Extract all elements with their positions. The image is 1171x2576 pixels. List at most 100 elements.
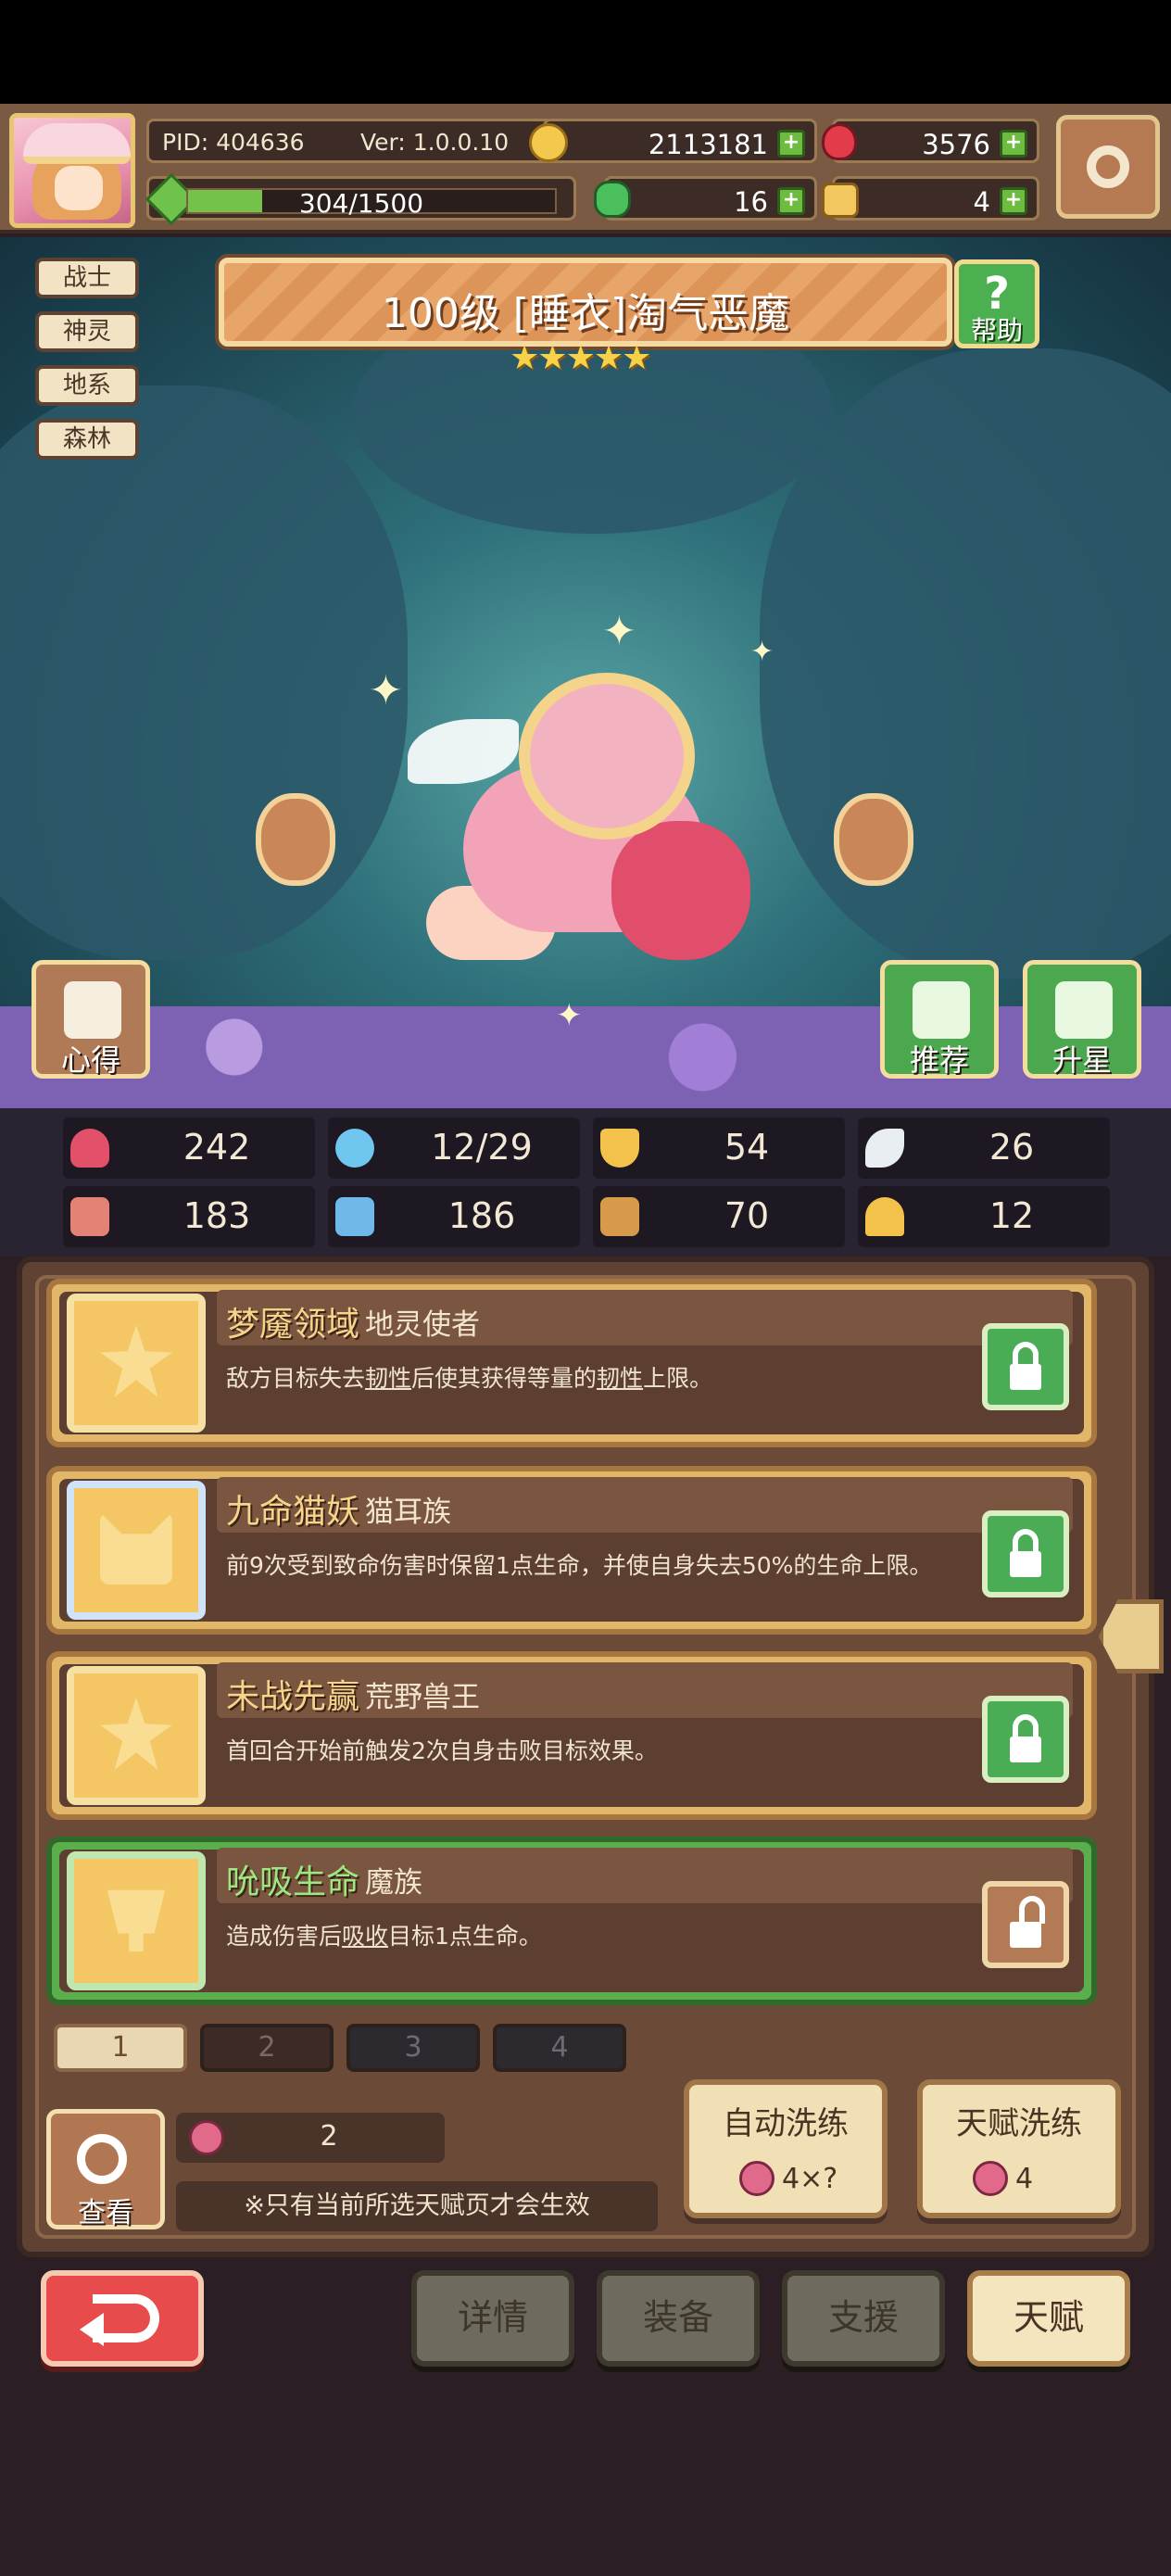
lock-icon[interactable] bbox=[982, 1323, 1069, 1410]
talent-card[interactable]: 九命猫妖 猫耳族 前9次受到致命伤害时保留1点生命，并使自身失去50%的生命上限… bbox=[46, 1466, 1097, 1635]
hero-sprite bbox=[408, 663, 797, 1034]
scroll-value: 4 bbox=[973, 186, 990, 218]
wing-icon bbox=[865, 1129, 904, 1168]
star-icon: ★ bbox=[565, 339, 596, 377]
star-up-icon bbox=[1055, 981, 1113, 1039]
stat-luck: 12 bbox=[858, 1186, 1110, 1247]
berry-icon bbox=[739, 2161, 774, 2196]
equip-slot-left[interactable] bbox=[256, 793, 335, 886]
tag-element[interactable]: 地系 bbox=[35, 365, 139, 406]
stat-magic: 186 bbox=[328, 1186, 580, 1247]
help-button[interactable]: ? 帮助 bbox=[954, 259, 1039, 348]
cup-talent-icon bbox=[67, 1851, 206, 1990]
recommend-button[interactable]: 推荐 bbox=[880, 960, 999, 1079]
ruby-icon bbox=[822, 123, 857, 160]
lock-icon[interactable] bbox=[982, 1510, 1069, 1597]
stat-value: 70 bbox=[724, 1195, 770, 1236]
stat-mana: 12/29 bbox=[328, 1118, 580, 1179]
player-avatar[interactable] bbox=[9, 113, 135, 228]
star-icon: ★ bbox=[510, 339, 539, 377]
details-tab[interactable]: 详情 bbox=[411, 2270, 574, 2367]
talent-race: 猫耳族 bbox=[365, 1496, 451, 1529]
thumbs-up-icon bbox=[913, 981, 970, 1039]
scroll-counter: 4 + bbox=[822, 176, 1039, 221]
talent-refine-cost: 4 bbox=[1015, 2163, 1034, 2195]
gold-value: 2113181 bbox=[648, 129, 768, 160]
cat-talent-icon bbox=[67, 1481, 206, 1620]
star-icon: ★ bbox=[537, 339, 567, 377]
talent-card[interactable]: 吮吸生命 魔族 造成伤害后吸收目标1点生命。 bbox=[46, 1837, 1097, 2005]
auto-refine-button[interactable]: 自动洗练 4×? bbox=[684, 2079, 888, 2218]
hero-title: 100级 [睡衣]淘气恶魔 bbox=[381, 290, 790, 337]
gold-counter: 2113181 + bbox=[529, 119, 817, 163]
magnifier-icon bbox=[77, 2134, 127, 2184]
talent-race: 魔族 bbox=[365, 1866, 422, 1900]
stat-agility: 70 bbox=[593, 1186, 845, 1247]
hero-tags: 战士 神灵 地系 森林 bbox=[35, 258, 139, 473]
stat-hp: 242 bbox=[63, 1118, 315, 1179]
berry-count: 2 bbox=[320, 2120, 338, 2153]
boot-icon bbox=[600, 1197, 639, 1236]
page-tab-2[interactable]: 2 bbox=[200, 2024, 334, 2072]
gold-coin-icon bbox=[529, 123, 568, 162]
add-ruby-button[interactable]: + bbox=[1000, 130, 1027, 158]
page-tab-3[interactable]: 3 bbox=[346, 2024, 480, 2072]
stat-value: 242 bbox=[183, 1127, 251, 1168]
talent-name: 九命猫妖 bbox=[226, 1493, 360, 1531]
star-talent-icon bbox=[67, 1666, 206, 1805]
stat-defense: 54 bbox=[593, 1118, 845, 1179]
gear-icon bbox=[1087, 145, 1129, 188]
fist-icon bbox=[70, 1197, 109, 1236]
talent-desc: 前9次受到致命伤害时保留1点生命，并使自身失去50%的生命上限。 bbox=[226, 1552, 933, 1579]
page-tab-1[interactable]: 1 bbox=[54, 2024, 187, 2072]
add-gold-button[interactable]: + bbox=[777, 130, 805, 158]
talent-card[interactable]: 未战先赢 荒野兽王 首回合开始前触发2次自身击败目标效果。 bbox=[46, 1651, 1097, 1820]
back-button[interactable] bbox=[41, 2270, 204, 2367]
resource-hud: PID: 404636 Ver: 1.0.0.10 304/1500 21131… bbox=[0, 104, 1171, 234]
settings-button[interactable] bbox=[1056, 115, 1160, 219]
hero-scene: 战士 神灵 地系 森林 100级 [睡衣]淘气恶魔 ★★★★★ ? 帮助 ✦ ✦… bbox=[0, 237, 1171, 1108]
tag-deity[interactable]: 神灵 bbox=[35, 311, 139, 352]
talent-desc: 首回合开始前触发2次自身击败目标效果。 bbox=[226, 1737, 658, 1764]
star-icon: ★ bbox=[593, 339, 623, 377]
talent-refine-label: 天赋洗练 bbox=[956, 2105, 1082, 2142]
clover-value: 16 bbox=[734, 186, 768, 218]
auto-refine-cost: 4×? bbox=[782, 2163, 838, 2195]
talent-refine-button[interactable]: 天赋洗练 4 bbox=[917, 2079, 1121, 2218]
berry-count-box: 2 bbox=[176, 2113, 445, 2163]
stat-value: 183 bbox=[183, 1195, 251, 1236]
berry-icon bbox=[973, 2161, 1008, 2196]
star-icon: ★ bbox=[622, 339, 651, 377]
view-button[interactable]: 查看 bbox=[46, 2109, 165, 2229]
talent-tab[interactable]: 天赋 bbox=[967, 2270, 1130, 2367]
add-scroll-button[interactable]: + bbox=[1000, 187, 1027, 215]
clover-icon bbox=[594, 181, 631, 218]
notes-label: 心得 bbox=[60, 1042, 120, 1078]
talent-name: 未战先赢 bbox=[226, 1678, 360, 1716]
notes-button[interactable]: 心得 bbox=[31, 960, 150, 1079]
talent-page-note: ※只有当前所选天赋页才会生效 bbox=[176, 2181, 658, 2231]
lock-icon[interactable] bbox=[982, 1696, 1069, 1783]
auto-refine-label: 自动洗练 bbox=[723, 2105, 849, 2142]
tag-class[interactable]: 战士 bbox=[35, 258, 139, 298]
equipment-tab[interactable]: 装备 bbox=[597, 2270, 760, 2367]
talent-desc: 敌方目标失去韧性后使其获得等量的韧性上限。 bbox=[226, 1365, 713, 1392]
add-clover-button[interactable]: + bbox=[777, 187, 805, 215]
star-up-button[interactable]: 升星 bbox=[1023, 960, 1141, 1079]
hero-title-banner: 100级 [睡衣]淘气恶魔 bbox=[219, 258, 952, 347]
berry-icon bbox=[189, 2120, 224, 2155]
talent-card[interactable]: 梦魇领域 地灵使者 敌方目标失去韧性后使其获得等量的韧性上限。 bbox=[46, 1279, 1097, 1447]
book-icon bbox=[335, 1197, 374, 1236]
horseshoe-icon bbox=[865, 1197, 904, 1236]
talent-race: 荒野兽王 bbox=[365, 1681, 480, 1714]
equip-slot-right[interactable] bbox=[834, 793, 913, 886]
unlock-icon[interactable] bbox=[982, 1881, 1069, 1968]
player-info: PID: 404636 Ver: 1.0.0.10 bbox=[146, 119, 554, 163]
page-tab-4[interactable]: 4 bbox=[493, 2024, 626, 2072]
support-tab[interactable]: 支援 bbox=[782, 2270, 945, 2367]
stamina-text: 304/1500 bbox=[298, 188, 424, 219]
ruby-value: 3576 bbox=[922, 129, 990, 160]
player-id: PID: 404636 bbox=[162, 129, 305, 156]
sparkle-icon: ✦ bbox=[602, 608, 636, 655]
tag-terrain[interactable]: 森林 bbox=[35, 419, 139, 460]
